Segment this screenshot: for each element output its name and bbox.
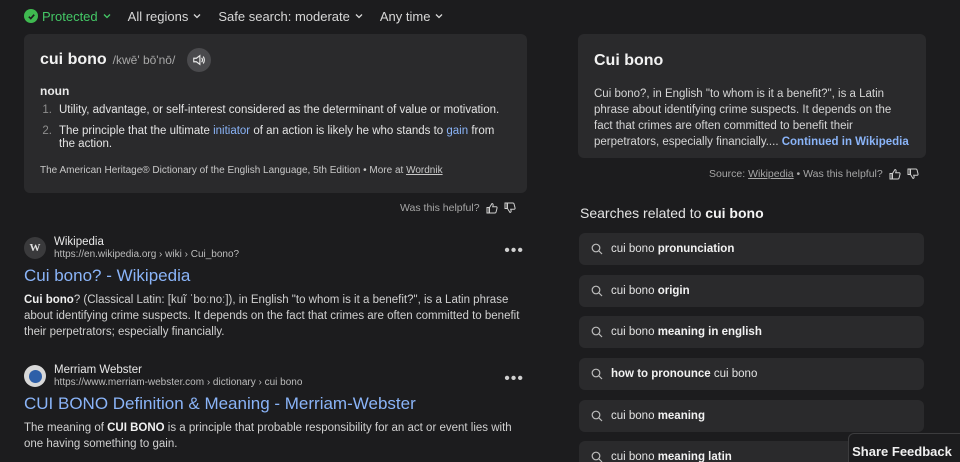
definition-text: Utility, advantage, or self-interest con… (59, 104, 500, 116)
definition-list: 1. Utility, advantage, or self-interest … (40, 104, 511, 151)
protected-label: Protected (42, 8, 98, 24)
search-icon (591, 451, 603, 462)
helpful-label: Was this helpful? (400, 202, 480, 214)
continued-in-wikipedia-link[interactable]: Continued in Wikipedia (782, 136, 909, 148)
gain-link[interactable]: gain (446, 125, 468, 137)
related-suffix: meaning in english (657, 326, 762, 338)
dictionary-word: cui bono (40, 51, 107, 68)
search-result: Merriam Webster https://www.merriam-webs… (24, 364, 524, 452)
thumbs-up-icon[interactable] (486, 202, 498, 214)
check-shield-icon (24, 9, 38, 23)
thumbs-up-icon[interactable] (889, 168, 901, 180)
source-label: Source: Wikipedia • Was this helpful? (709, 168, 883, 180)
dictionary-source: The American Heritage® Dictionary of the… (40, 165, 443, 176)
initiator-link[interactable]: initiator (213, 125, 250, 137)
definition-text-part: The principle that the ultimate (59, 125, 214, 137)
related-query: cui bono (611, 326, 658, 338)
speaker-icon[interactable] (187, 48, 212, 72)
pronunciation: /kwē' bō'nō/ (112, 53, 176, 67)
result-snippet: Cui bono? (Classical Latin: [kuĩ ˈboːnoː… (24, 292, 524, 340)
related-suffix: meaning latin (657, 451, 732, 462)
definition-number: 2. (42, 125, 52, 137)
search-icon (591, 368, 603, 380)
related-search-item[interactable]: cui bono origin (579, 275, 924, 307)
wiki-panel-text: Cui bono?, in English "to whom is it a b… (594, 86, 910, 150)
chevron-down-icon (193, 14, 201, 19)
part-of-speech: noun (40, 84, 70, 98)
related-prefix: how to pronounce (611, 368, 714, 380)
wiki-source-row: Source: Wikipedia • Was this helpful? (709, 168, 919, 180)
result-site-info: Wikipedia https://en.wikipedia.org › wik… (54, 236, 239, 260)
dictionary-feedback: Was this helpful? (400, 202, 516, 214)
thumbs-down-icon[interactable] (504, 202, 516, 214)
related-searches-title: Searches related to cui bono (580, 205, 764, 221)
thumbs-down-icon[interactable] (907, 168, 919, 180)
snippet-bold: CUI BONO (107, 422, 165, 434)
definition-text: The principle that the ultimate initiato… (59, 125, 511, 151)
result-site-info: Merriam Webster https://www.merriam-webs… (54, 364, 302, 388)
more-options-icon[interactable]: ••• (504, 370, 524, 388)
wordnik-link[interactable]: Wordnik (406, 165, 443, 176)
dictionary-card: cui bono /kwē' bō'nō/ noun 1. Utility, a… (24, 34, 527, 193)
time-label: Any time (379, 8, 431, 24)
related-title-text: Searches related to (580, 205, 706, 221)
helpful-label: • Was this helpful? (793, 168, 883, 180)
share-feedback-button[interactable]: Share Feedback (848, 433, 960, 462)
filter-bar: Protected All regions Safe search: moder… (24, 8, 444, 24)
source-label-text: Source: (709, 168, 749, 180)
result-header: Merriam Webster https://www.merriam-webs… (24, 364, 524, 388)
site-url[interactable]: https://www.merriam-webster.com › dictio… (54, 377, 302, 388)
search-result: W Wikipedia https://en.wikipedia.org › w… (24, 236, 524, 340)
related-search-item[interactable]: how to pronounce cui bono (579, 358, 924, 390)
definition-text-part: of an action is likely he who stands to (250, 125, 447, 137)
chevron-down-icon (103, 14, 111, 19)
search-icon (591, 410, 603, 422)
chevron-down-icon (355, 14, 363, 19)
protected-filter[interactable]: Protected (24, 9, 112, 24)
site-name: Wikipedia (54, 236, 104, 248)
related-query: cui bono (611, 451, 658, 462)
related-query: cui bono (713, 368, 758, 380)
search-icon (591, 326, 603, 338)
result-title-link[interactable]: Cui bono? - Wikipedia (24, 266, 524, 286)
wikipedia-favicon-icon: W (24, 237, 46, 259)
more-options-icon[interactable]: ••• (504, 242, 524, 260)
regions-filter[interactable]: All regions (128, 9, 203, 24)
time-filter[interactable]: Any time (380, 9, 445, 24)
related-suffix: meaning (657, 410, 705, 422)
wikipedia-source-link[interactable]: Wikipedia (748, 168, 794, 180)
snippet-text: ? (Classical Latin: [kuĩ ˈboːnoː]), in E… (24, 294, 520, 338)
related-suffix: pronunciation (657, 243, 735, 255)
snippet-bold: Cui bono (24, 294, 74, 306)
definition-item: 2. The principle that the ultimate initi… (40, 125, 511, 151)
safe-search-filter[interactable]: Safe search: moderate (218, 9, 364, 24)
related-query: cui bono (611, 243, 658, 255)
chevron-down-icon (436, 14, 443, 19)
search-icon (591, 243, 603, 255)
wiki-panel-title: Cui bono (594, 52, 664, 69)
related-title-query: cui bono (705, 205, 764, 221)
snippet-text: The meaning of (24, 422, 108, 434)
search-icon (591, 285, 603, 297)
related-search-item[interactable]: cui bono meaning in english (579, 316, 924, 348)
wikipedia-panel: Cui bono Cui bono?, in English "to whom … (578, 34, 926, 158)
safe-search-label: Safe search: moderate (218, 8, 350, 24)
related-query: cui bono (611, 410, 658, 422)
related-search-item[interactable]: cui bono meaning (579, 400, 924, 432)
result-title-link[interactable]: CUI BONO Definition & Meaning - Merriam-… (24, 394, 524, 414)
related-search-item[interactable]: cui bono pronunciation (579, 233, 924, 265)
source-text: The American Heritage® Dictionary of the… (40, 165, 407, 176)
site-url[interactable]: https://en.wikipedia.org › wiki › Cui_bo… (54, 249, 239, 260)
definition-item: 1. Utility, advantage, or self-interest … (40, 104, 511, 117)
related-suffix: origin (657, 285, 690, 297)
result-header: W Wikipedia https://en.wikipedia.org › w… (24, 236, 524, 260)
regions-label: All regions (127, 8, 189, 24)
related-query: cui bono (611, 285, 658, 297)
merriam-webster-favicon-icon (24, 365, 46, 387)
dictionary-header: cui bono /kwē' bō'nō/ (40, 48, 511, 72)
result-snippet: The meaning of CUI BONO is a principle t… (24, 420, 524, 452)
site-name: Merriam Webster (54, 364, 142, 376)
definition-number: 1. (42, 104, 52, 116)
